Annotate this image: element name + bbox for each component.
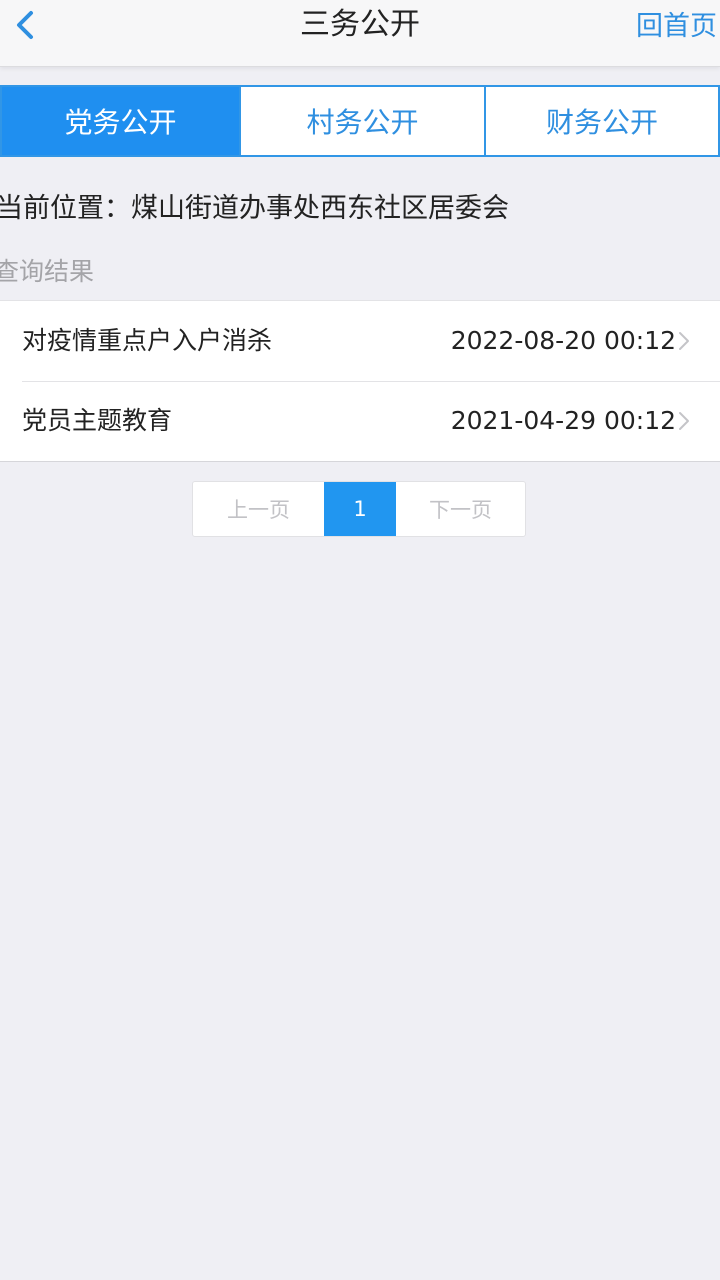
result-row-1[interactable]: 对疫情重点户入户消杀 2022-08-20 00:12 [0,301,720,381]
tab-village-affairs[interactable]: 村务公开 [239,87,484,155]
tab-party-affairs[interactable]: 党务公开 [2,87,239,155]
chevron-left-icon [17,11,33,39]
category-tabs: 党务公开 村务公开 财务公开 [0,85,720,157]
page-title: 三务公开 [300,7,420,42]
chevron-right-icon [679,412,689,430]
result-title: 对疫情重点户入户消杀 [22,326,273,355]
current-page-button[interactable]: 1 [324,482,396,536]
pagination: 上一页 1 下一页 [192,481,526,537]
tab-financial-affairs[interactable]: 财务公开 [484,87,718,155]
prev-page-button[interactable]: 上一页 [193,482,324,536]
back-button[interactable] [0,0,50,50]
home-link[interactable]: 回首页 [636,0,720,54]
result-section-label: 查询结果 [0,257,95,286]
next-page-button[interactable]: 下一页 [396,482,525,536]
result-date: 2021-04-29 00:12 [450,406,676,435]
current-location: 当前位置：煤山街道办事处西东社区居委会 [0,193,509,224]
result-row-2[interactable]: 党员主题教育 2021-04-29 00:12 [0,381,720,461]
chevron-right-icon [679,332,689,350]
result-date: 2022-08-20 00:12 [450,326,676,355]
navigation-bar: 三务公开 回首页 [0,0,720,67]
result-list: 对疫情重点户入户消杀 2022-08-20 00:12 党员主题教育 2021-… [0,300,720,462]
result-title: 党员主题教育 [22,406,173,435]
